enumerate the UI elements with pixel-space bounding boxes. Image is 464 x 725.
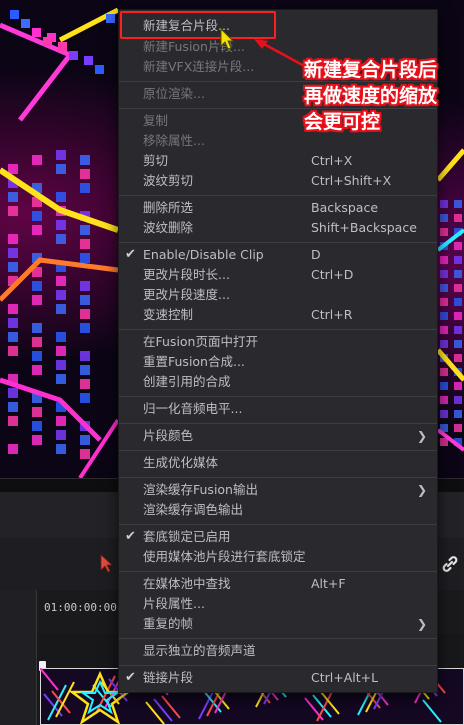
- menu-separator: [119, 396, 437, 397]
- menu-item-label: 在Fusion页面中打开: [143, 334, 258, 349]
- menu-item-label: 波纹删除: [143, 220, 194, 235]
- menu-item-label: 使用媒体池片段进行套底锁定: [143, 549, 306, 564]
- menu-item-label: 套底锁定已启用: [143, 529, 231, 544]
- menu-item[interactable]: ✔ 链接片段 Ctrl+Alt+L: [119, 668, 437, 688]
- menu-item-label: 新建VFX连接片段...: [143, 59, 255, 74]
- menu-item-label: Enable/Disable Clip: [143, 247, 264, 262]
- menu-item-shortcut: Alt+F: [311, 576, 346, 591]
- menu-separator: [119, 450, 437, 451]
- chevron-right-icon: ❯: [417, 483, 428, 497]
- link-icon[interactable]: [440, 554, 460, 574]
- menu-item-label: 波纹剪切: [143, 173, 194, 188]
- menu-item-label: 链接片段: [143, 670, 194, 685]
- menu-item-shortcut: D: [311, 247, 321, 262]
- menu-separator: [119, 638, 437, 639]
- menu-separator: [119, 329, 437, 330]
- chevron-right-icon: ❯: [417, 429, 428, 443]
- menu-item[interactable]: ✔ 套底锁定已启用: [119, 527, 437, 547]
- menu-item[interactable]: 变速控制 Ctrl+R: [119, 305, 437, 325]
- menu-item-label: 片段属性...: [143, 596, 205, 611]
- menu-item[interactable]: 渲染缓存调色输出: [119, 500, 437, 520]
- menu-item[interactable]: 波纹删除 Shift+Backspace: [119, 218, 437, 238]
- menu-item-label: 复制: [143, 113, 169, 128]
- track-header-column: [0, 590, 37, 725]
- chevron-right-icon: ❯: [417, 617, 428, 631]
- menu-item[interactable]: 更改片段时长... Ctrl+D: [119, 265, 437, 285]
- annotation-line: 新建复合片段后: [304, 59, 438, 81]
- menu-item[interactable]: 波纹剪切 Ctrl+Shift+X: [119, 171, 437, 191]
- menu-item[interactable]: 重置Fusion合成...: [119, 352, 437, 372]
- ruler-timecode: 01:00:00:00: [44, 601, 117, 614]
- menu-item-shortcut: Ctrl+D: [311, 267, 354, 282]
- menu-item[interactable]: ✔ Enable/Disable Clip D: [119, 245, 437, 265]
- menu-item[interactable]: 生成优化媒体: [119, 453, 437, 473]
- menu-item[interactable]: 重复的帧 ❯: [119, 614, 437, 634]
- menu-item-shortcut: Ctrl+Alt+L: [311, 670, 379, 685]
- menu-item-label: 更改片段速度...: [143, 287, 230, 302]
- menu-item[interactable]: 剪切 Ctrl+X: [119, 151, 437, 171]
- menu-item[interactable]: 片段属性...: [119, 594, 437, 614]
- menu-item[interactable]: 在媒体池中查找 Alt+F: [119, 574, 437, 594]
- menu-separator: [119, 665, 437, 666]
- menu-item[interactable]: 更改片段速度...: [119, 285, 437, 305]
- annotation-note: 新建复合片段后 再做速度的缩放 会更可控: [304, 57, 464, 135]
- menu-item-label: 创建引用的合成: [143, 374, 231, 389]
- menu-item-label: 删除所选: [143, 200, 194, 215]
- menu-item-label: 显示独立的音频声道: [143, 643, 256, 658]
- menu-item-label: 渲染缓存调色输出: [143, 502, 244, 517]
- menu-item-shortcut: Shift+Backspace: [311, 220, 417, 235]
- menu-separator: [119, 524, 437, 525]
- menu-item-label: 重置Fusion合成...: [143, 354, 245, 369]
- menu-item[interactable]: 创建引用的合成: [119, 372, 437, 392]
- menu-item-label: 移除属性...: [143, 133, 205, 148]
- annotation-line: 会更可控: [304, 111, 381, 133]
- menu-separator: [119, 571, 437, 572]
- menu-item[interactable]: 在Fusion页面中打开: [119, 332, 437, 352]
- menu-item-label: 重复的帧: [143, 616, 194, 631]
- mouse-pointer-icon[interactable]: [99, 554, 115, 574]
- menu-item-label: 原位渲染...: [143, 86, 205, 101]
- menu-item-shortcut: Ctrl+Shift+X: [311, 173, 392, 188]
- menu-item[interactable]: 删除所选 Backspace: [119, 198, 437, 218]
- menu-separator: [119, 195, 437, 196]
- menu-separator: [119, 423, 437, 424]
- menu-separator: [119, 242, 437, 243]
- menu-item[interactable]: 使用媒体池片段进行套底锁定: [119, 547, 437, 567]
- menu-item-label: 归一化音频电平...: [143, 401, 243, 416]
- menu-item-label: 片段颜色: [143, 428, 194, 443]
- checkmark-icon: ✔: [125, 670, 136, 685]
- menu-item-label: 更改片段时长...: [143, 267, 230, 282]
- annotation-line: 再做速度的缩放: [304, 85, 438, 107]
- menu-separator: [119, 477, 437, 478]
- menu-item-shortcut: Ctrl+X: [311, 153, 353, 168]
- checkmark-icon: ✔: [125, 247, 136, 262]
- menu-item-label: 在媒体池中查找: [143, 576, 231, 591]
- menu-item[interactable]: 显示独立的音频声道: [119, 641, 437, 661]
- menu-item-label: 渲染缓存Fusion输出: [143, 482, 258, 497]
- menu-item-label: 生成优化媒体: [143, 455, 219, 470]
- menu-item[interactable]: 片段颜色 ❯: [119, 426, 437, 446]
- checkmark-icon: ✔: [125, 529, 136, 544]
- resolve-edit-page: 01:00:00:00 新建复合片段... 新建Fusion片段... 新建VFX连…: [0, 0, 464, 725]
- mouse-pointer-icon: [220, 28, 235, 50]
- menu-item-shortcut: Ctrl+R: [311, 307, 353, 322]
- menu-item-shortcut: Backspace: [311, 200, 379, 215]
- menu-item-label: 变速控制: [143, 307, 194, 322]
- menu-item[interactable]: 渲染缓存Fusion输出 ❯: [119, 480, 437, 500]
- menu-item[interactable]: 归一化音频电平...: [119, 399, 437, 419]
- menu-item-label: 剪切: [143, 153, 169, 168]
